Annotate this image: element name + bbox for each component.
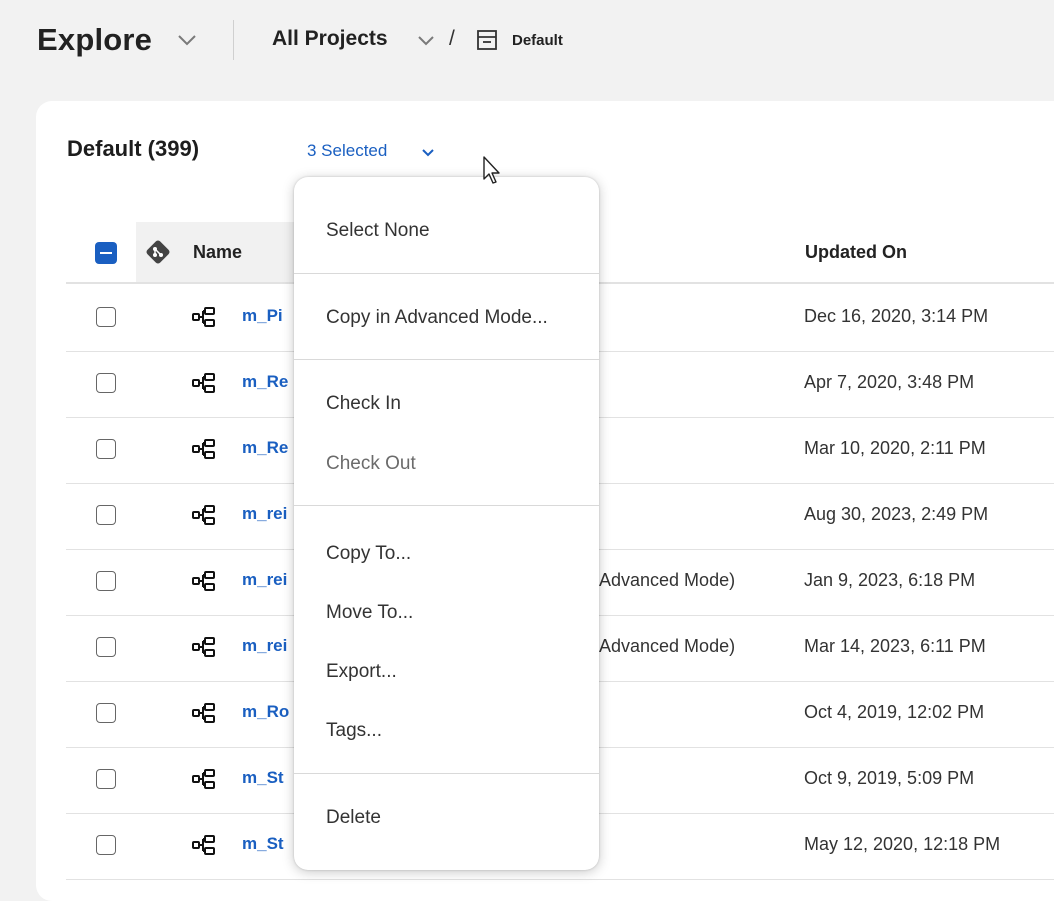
menu-item-select-none[interactable]: Select None [326,220,430,242]
page-title: Explore [37,22,153,57]
row-checkbox[interactable] [96,769,116,789]
menu-separator [294,273,599,274]
asset-name-link[interactable]: m_rei [242,570,287,590]
mapping-icon [192,372,216,394]
mapping-icon [192,636,216,658]
row-checkbox[interactable] [96,835,116,855]
archive-box-icon [477,30,497,50]
asset-name-link[interactable]: m_rei [242,636,287,656]
menu-item-export[interactable]: Export... [326,661,397,683]
row-checkbox[interactable] [96,571,116,591]
chevron-down-icon[interactable] [421,148,435,157]
menu-item-check-in[interactable]: Check In [326,393,401,415]
asset-name-link[interactable]: m_Pi [242,306,283,326]
mouse-cursor-icon [483,156,500,184]
asset-name-link[interactable]: m_St [242,768,284,788]
updated-on-cell: Mar 10, 2020, 2:11 PM [804,438,986,458]
updated-on-cell: Apr 7, 2020, 3:48 PM [804,372,975,392]
mapping-icon [192,702,216,724]
updated-on-cell: Mar 14, 2023, 6:11 PM [804,636,986,656]
mapping-icon [192,438,216,460]
selection-dropdown-button[interactable]: 3 Selected [307,141,387,161]
mapping-icon [192,570,216,592]
updated-on-cell: Oct 9, 2019, 5:09 PM [804,768,975,788]
menu-separator [294,505,599,506]
updated-on-cell: Dec 16, 2020, 3:14 PM [804,306,989,326]
menu-item-tags[interactable]: Tags... [326,720,382,742]
mapping-icon [192,834,216,856]
row-checkbox[interactable] [96,373,116,393]
menu-item-check-out[interactable]: Check Out [326,453,416,475]
mapping-icon [192,504,216,526]
row-checkbox[interactable] [96,637,116,657]
row-checkbox[interactable] [96,703,116,723]
mapping-icon [192,306,216,328]
updated-on-cell: Oct 4, 2019, 12:02 PM [804,702,985,722]
asset-name-link[interactable]: m_Re [242,372,288,392]
updated-on-cell: Jan 9, 2023, 6:18 PM [804,570,976,590]
row-checkbox[interactable] [96,505,116,525]
column-header-updated-on[interactable]: Updated On [805,242,907,263]
menu-separator [294,359,599,360]
top-bar: Explore All Projects / Default [0,0,1054,90]
menu-item-move-to[interactable]: Move To... [326,602,413,624]
asset-description: Advanced Mode) [599,570,736,590]
chevron-down-icon[interactable] [417,35,435,47]
asset-name-link[interactable]: m_rei [242,504,287,524]
menu-item-copy-to[interactable]: Copy To... [326,543,411,565]
menu-item-delete[interactable]: Delete [326,807,381,829]
row-checkbox[interactable] [96,439,116,459]
asset-name-link[interactable]: m_St [242,834,284,854]
updated-on-cell: Aug 30, 2023, 2:49 PM [804,504,989,524]
asset-name-link[interactable]: m_Ro [242,702,289,722]
select-all-checkbox[interactable] [95,242,117,264]
header-divider [233,20,234,60]
breadcrumb-separator: / [449,27,455,50]
git-icon [146,240,170,264]
menu-separator [294,773,599,774]
updated-on-cell: May 12, 2020, 12:18 PM [804,834,1001,854]
breadcrumb-all-projects[interactable]: All Projects [272,27,388,51]
selection-menu: Select None Copy in Advanced Mode... Che… [294,177,599,870]
row-checkbox[interactable] [96,307,116,327]
column-header-name[interactable]: Name [193,242,242,263]
menu-item-copy-advanced-mode[interactable]: Copy in Advanced Mode... [326,307,548,329]
mapping-icon [192,768,216,790]
asset-description: Advanced Mode) [599,636,736,656]
breadcrumb-folder[interactable]: Default [512,32,563,49]
asset-name-link[interactable]: m_Re [242,438,288,458]
folder-title: Default (399) [67,136,200,161]
chevron-down-icon[interactable] [176,33,198,47]
